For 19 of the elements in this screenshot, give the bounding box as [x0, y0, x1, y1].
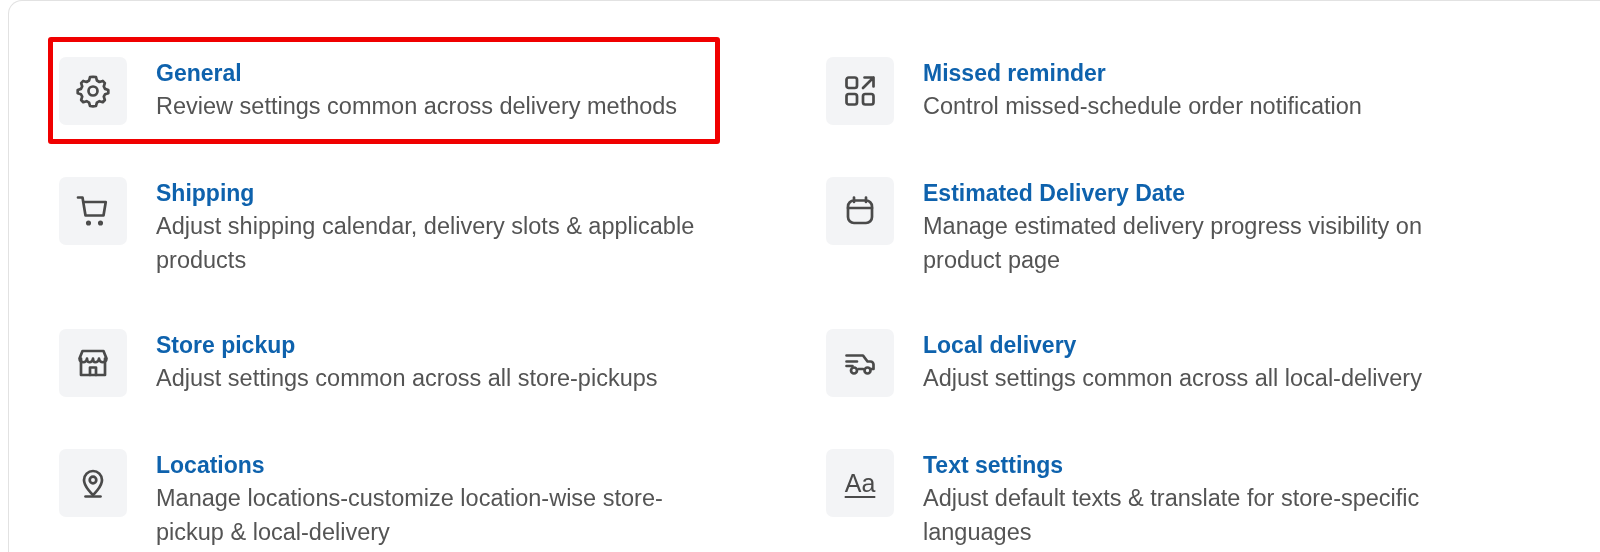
- setting-description: Adjust shipping calendar, delivery slots & applicable products: [156, 212, 696, 275]
- setting-link[interactable]: Shipping: [156, 177, 255, 209]
- setting-description: Adjust default texts & translate for store-specific languages: [923, 484, 1421, 547]
- setting-description: Control missed-schedule order notification: [923, 92, 1363, 121]
- apps-arrow-icon: [842, 73, 878, 109]
- setting-link[interactable]: Local delivery: [923, 329, 1077, 361]
- setting-link[interactable]: Store pickup: [156, 329, 296, 361]
- setting-description: Adjust settings common across all local-delivery: [923, 364, 1423, 393]
- setting-link[interactable]: Locations: [156, 449, 265, 481]
- setting-link[interactable]: Missed reminder: [923, 57, 1106, 89]
- gear-icon: [75, 73, 111, 109]
- setting-link[interactable]: Estimated Delivery Date: [923, 177, 1186, 209]
- setting-description: Adjust settings common across all store-pickups: [156, 364, 659, 393]
- setting-description: Manage locations-customize location-wise store-pickup & local-delivery: [156, 484, 664, 547]
- setting-description: Review settings common across delivery methods: [156, 92, 679, 121]
- setting-description: Manage estimated delivery progress visibility on product page: [923, 212, 1423, 275]
- setting-link[interactable]: Text settings: [923, 449, 1064, 481]
- setting-link[interactable]: General: [156, 57, 242, 89]
- text-icon: Aa: [844, 468, 876, 498]
